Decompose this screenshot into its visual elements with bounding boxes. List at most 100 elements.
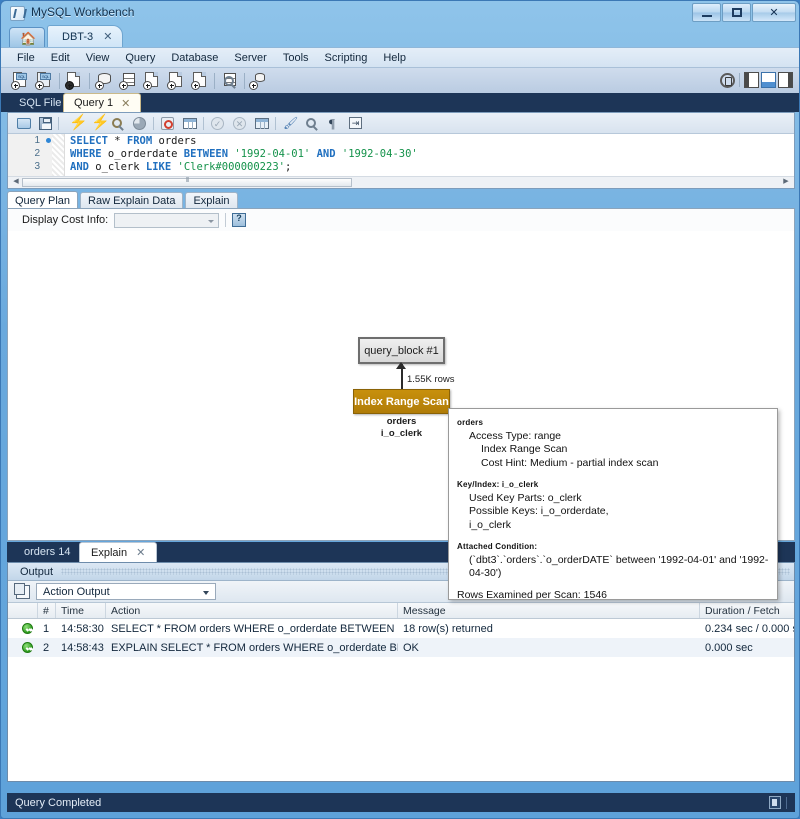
cost-info-select[interactable] [114,212,220,228]
output-grid-header: # Time Action Message Duration / Fetch [8,603,794,619]
divider [786,796,787,809]
menu-item-tools[interactable]: Tools [275,50,317,66]
output-type-value: Action Output [43,585,110,598]
code-line-1: SELECT * FROM orders [70,135,197,147]
toggle-stop-on-error-icon[interactable] [160,116,176,131]
stop-execution-icon[interactable] [132,116,148,131]
home-tab[interactable]: 🏠 [9,27,45,47]
open-file-icon[interactable] [16,116,32,131]
scroll-right-arrow[interactable]: ▶ [780,178,792,187]
scan-node-label: Index Range Scan [354,395,449,408]
cell-index: 2 [43,641,50,654]
connect-info-icon[interactable] [65,72,84,90]
new-schema-icon[interactable] [95,72,114,90]
index-range-scan-node[interactable]: Index Range Scan [353,389,450,414]
close-icon[interactable]: ✕ [103,30,112,43]
tab-label: Raw Explain Data [88,195,176,207]
menu-item-server[interactable]: Server [226,50,274,66]
maximize-button[interactable] [722,3,751,22]
scroll-thumb[interactable] [22,178,352,187]
panes-bottom-icon[interactable] [761,72,776,88]
minimize-button[interactable] [692,3,721,22]
execute-statement-icon[interactable]: ⚡ [66,115,88,131]
menu-item-edit[interactable]: Edit [43,50,78,66]
main-toolbar: SQL SQL [1,67,799,95]
toggle-invisible-characters-icon[interactable]: ¶ [326,116,342,131]
search-table-data-icon[interactable] [220,72,239,90]
tooltip-access-type: Access Type: range [469,429,562,442]
tooltip-table-name: orders [457,418,484,427]
connection-tab-dbt3[interactable]: DBT-3 ✕ [47,25,124,47]
save-file-icon[interactable] [38,116,54,131]
result-tab-explain[interactable]: Explain ✕ [79,542,158,562]
scroll-left-arrow[interactable]: ◀ [10,178,22,187]
tab-raw-explain-data[interactable]: Raw Explain Data [80,192,184,209]
menu-item-scripting[interactable]: Scripting [317,50,376,66]
sql-code-area[interactable]: 1 2 3 SELECT * FROM orders WHERE o_order… [8,134,794,179]
tooltip-scan-type: Index Range Scan [481,443,568,455]
table-row[interactable]: 1 14:58:30 SELECT * FROM orders WHERE o_… [8,619,794,638]
panes-right-icon[interactable] [778,72,793,88]
editor-horizontal-scrollbar[interactable]: ◀ ▶ [8,176,794,188]
tab-explain[interactable]: Explain [185,192,238,209]
save-plan-icon[interactable] [232,213,247,227]
new-view-icon[interactable] [143,72,162,90]
query-block-label: query_block #1 [364,344,439,357]
execute-current-statement-icon[interactable]: ⚡ [88,115,110,131]
tooltip-attached-condition-value: (`dbt3`.`orders`.`o_orderDATE` between '… [469,553,769,580]
result-tab-label: orders 14 [24,546,71,558]
toggle-grid-view-icon[interactable] [182,116,198,131]
toggle-autocommit-icon[interactable] [254,116,270,131]
close-button[interactable]: ✕ [752,3,796,22]
toolbar-right-icons [720,72,793,88]
result-tab-orders[interactable]: orders 14 [13,542,81,562]
rollback-icon[interactable]: ✕ [232,116,248,131]
close-icon: ✕ [769,7,779,19]
find-icon[interactable] [304,116,320,131]
menu-item-help[interactable]: Help [375,50,414,66]
new-sql-tab-icon[interactable]: SQL [11,72,30,90]
beautify-sql-icon[interactable]: 🖌 [282,116,298,131]
tooltip-rows-examined: Rows Examined per Scan: 1546 [457,588,607,600]
copy-output-icon[interactable] [14,582,30,599]
output-type-select[interactable]: Action Output [36,583,216,600]
cell-time: 14:58:30 [61,622,104,635]
menu-item-database[interactable]: Database [163,50,226,66]
connection-tab-strip: 🏠 DBT-3 ✕ [1,25,799,47]
panes-left-icon[interactable] [744,72,759,88]
close-icon[interactable]: ✕ [121,97,130,110]
toggle-secondary-sidebar-icon[interactable] [720,72,735,88]
window-controls: ✕ [692,3,796,22]
breakpoint-dot[interactable] [46,138,51,143]
tooltip-possible-keys-cont: i_o_clerk [469,518,512,531]
new-function-icon[interactable] [191,72,210,90]
tooltip-key-index-header: Key/Index: i_o_clerk [457,480,539,489]
log-icon[interactable] [769,796,781,809]
status-bar-right [769,796,787,809]
menu-item-file[interactable]: File [9,50,43,66]
title-bar: MySQL Workbench ✕ [1,1,799,25]
query-block-node[interactable]: query_block #1 [358,337,445,364]
tab-query-plan[interactable]: Query Plan [7,191,79,209]
editor-tab-query-1[interactable]: Query 1 ✕ [63,93,142,112]
open-sql-script-icon[interactable]: SQL [35,72,54,90]
tab-label: Explain [193,195,230,207]
cost-info-row: Display Cost Info: [8,209,794,231]
new-table-icon[interactable] [119,72,138,90]
column-header-time: Time [56,603,106,618]
menu-item-view[interactable]: View [78,50,118,66]
column-header-action: Action [106,603,398,618]
new-procedure-icon[interactable] [167,72,186,90]
menu-item-query[interactable]: Query [117,50,163,66]
commit-icon[interactable]: ✓ [210,116,226,131]
table-row[interactable]: 2 14:58:43 EXPLAIN SELECT * FROM orders … [8,638,794,657]
tooltip-possible-keys: Possible Keys: i_o_orderdate, [469,505,609,517]
line-number-gutter: 1 2 3 [8,134,65,179]
column-header-status [8,603,38,618]
tooltip-attached-condition-header: Attached Condition: [457,542,538,551]
close-icon[interactable]: ✕ [136,546,145,559]
reconnect-server-icon[interactable] [249,72,269,90]
toggle-word-wrap-icon[interactable]: ⇥ [348,116,364,131]
explain-statement-icon[interactable] [110,116,126,131]
column-header-message: Message [398,603,700,618]
